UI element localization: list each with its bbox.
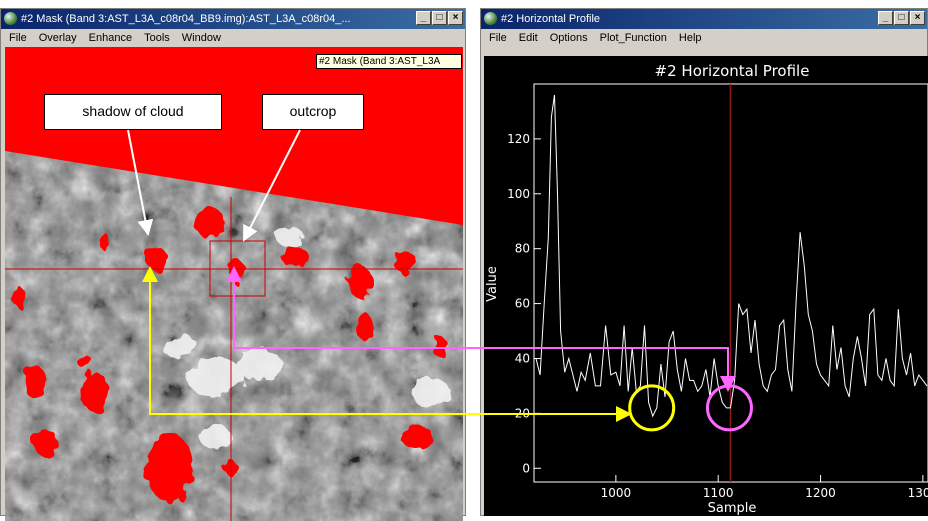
menu-file[interactable]: File <box>489 29 507 47</box>
x-tick-label: 1200 <box>805 486 836 500</box>
window-tooltip: #2 Mask (Band 3:AST_L3A <box>316 54 462 69</box>
outcrop-callout: outcrop <box>262 94 364 130</box>
menu-edit[interactable]: Edit <box>519 29 538 47</box>
chart-x-label: Sample <box>708 501 757 516</box>
profile-chart: #2 Horizontal Profile Sample Value 0 20 40… <box>485 62 928 516</box>
menu-enhance[interactable]: Enhance <box>89 29 132 47</box>
profile-window-title: #2 Horizontal Profile <box>501 13 601 25</box>
minimize-button[interactable]: _ <box>878 11 893 25</box>
y-tick-label: 120 <box>507 132 530 146</box>
y-tick-label: 20 <box>515 406 530 420</box>
maximize-button[interactable]: □ <box>894 11 909 25</box>
maximize-button[interactable]: □ <box>432 11 447 25</box>
y-tick-label: 60 <box>515 297 530 311</box>
shadow-of-cloud-callout: shadow of cloud <box>44 94 222 130</box>
mask-window-titlebar[interactable]: #2 Mask (Band 3:AST_L3A_c08r04_BB9.img):… <box>1 9 465 29</box>
menu-help[interactable]: Help <box>679 29 702 47</box>
y-tick-label: 100 <box>507 187 530 201</box>
mask-window-menubar: File Overlay Enhance Tools Window <box>1 29 465 47</box>
y-tick-label: 40 <box>515 351 530 365</box>
y-tick-label: 0 <box>522 461 530 475</box>
menu-plot-function[interactable]: Plot_Function <box>600 29 667 47</box>
menu-options[interactable]: Options <box>550 29 588 47</box>
chart-title: #2 Horizontal Profile <box>655 62 810 80</box>
close-button[interactable]: × <box>448 11 463 25</box>
x-tick-label: 1300 <box>908 486 928 500</box>
profile-window-titlebar[interactable]: #2 Horizontal Profile _ □ × <box>481 9 927 29</box>
x-tick-label: 1000 <box>601 486 632 500</box>
profile-series-line <box>535 94 928 418</box>
profile-plot-area[interactable]: #2 Horizontal Profile Sample Value 0 20 40… <box>484 56 928 516</box>
profile-window-menubar: File Edit Options Plot_Function Help <box>481 29 927 47</box>
x-tick-label: 1100 <box>703 486 734 500</box>
minimize-button[interactable]: _ <box>416 11 431 25</box>
app-globe-icon <box>484 12 497 25</box>
highlight-circle <box>628 384 676 432</box>
mask-window: #2 Mask (Band 3:AST_L3A_c08r04_BB9.img):… <box>0 8 466 521</box>
menu-file[interactable]: File <box>9 29 27 47</box>
menu-overlay[interactable]: Overlay <box>39 29 77 47</box>
chart-y-label: Value <box>485 266 500 302</box>
menu-tools[interactable]: Tools <box>144 29 170 47</box>
close-button[interactable]: × <box>910 11 925 25</box>
y-tick-label: 80 <box>515 242 530 256</box>
app-globe-icon <box>4 12 17 25</box>
mask-window-title: #2 Mask (Band 3:AST_L3A_c08r04_BB9.img):… <box>21 13 351 25</box>
menu-window[interactable]: Window <box>182 29 221 47</box>
